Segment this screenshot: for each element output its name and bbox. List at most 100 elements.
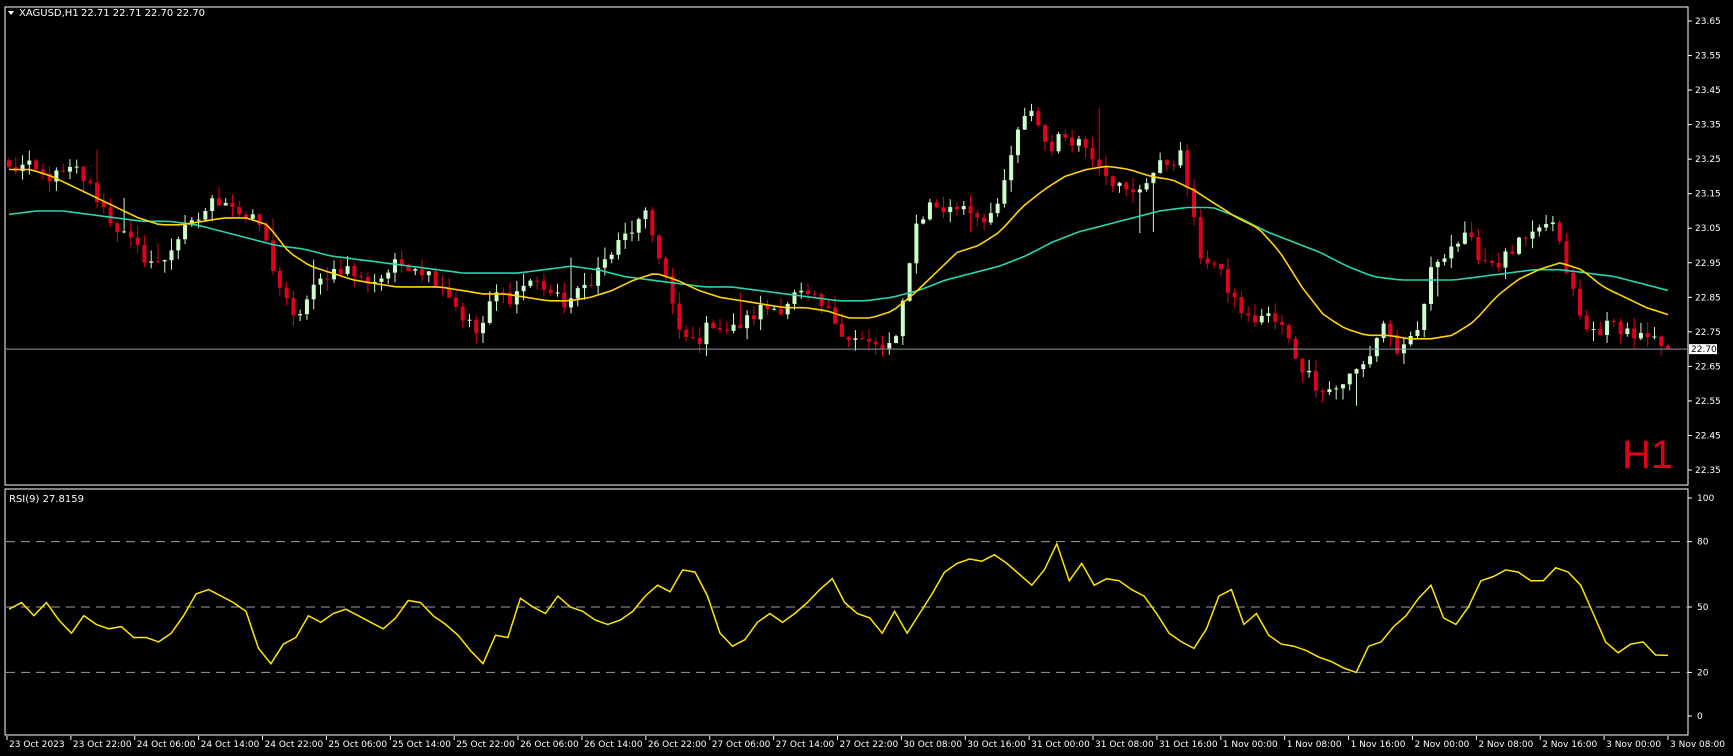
candle-body bbox=[643, 210, 648, 220]
candle-body bbox=[1496, 262, 1501, 268]
candle-body bbox=[636, 219, 641, 233]
time-tick-label: 25 Oct 06:00 bbox=[328, 740, 387, 750]
price-tick-label: 23.65 bbox=[1695, 17, 1721, 27]
candle-body bbox=[169, 250, 174, 261]
candle-body bbox=[853, 338, 858, 340]
candle-body bbox=[1313, 370, 1318, 391]
candle-body bbox=[1293, 338, 1298, 359]
candle-body bbox=[1131, 189, 1136, 193]
rsi-header-label: RSI(9) 27.8159 bbox=[9, 494, 84, 505]
main-panel: 23.65 23.55 23.45 23.35 23.25 23.15 23.05 22.95… bbox=[4, 6, 1721, 486]
candle-body bbox=[1266, 313, 1271, 316]
price-tick-label: 22.75 bbox=[1695, 328, 1721, 338]
candle-body bbox=[1517, 237, 1522, 254]
candle-body bbox=[1435, 261, 1440, 268]
candle-body bbox=[1198, 217, 1203, 259]
candle-body bbox=[799, 290, 804, 293]
candle-body bbox=[1618, 321, 1623, 335]
candle-body bbox=[216, 198, 221, 206]
candle-body bbox=[481, 322, 485, 334]
price-tick-label: 23.45 bbox=[1695, 86, 1721, 96]
candle-body bbox=[873, 341, 878, 345]
time-tick-label: 25 Oct 14:00 bbox=[392, 740, 451, 750]
candle-body bbox=[426, 271, 431, 276]
main-plot-area bbox=[4, 6, 1689, 486]
candle-body bbox=[1212, 263, 1217, 265]
candle-body bbox=[623, 233, 628, 241]
candle-body bbox=[162, 260, 167, 262]
price-tick-label: 22.65 bbox=[1695, 362, 1721, 372]
candle-body bbox=[731, 324, 736, 331]
time-tick-label: 27 Oct 22:00 bbox=[840, 740, 899, 750]
candle-body bbox=[7, 160, 11, 168]
candle-body bbox=[1347, 373, 1352, 385]
candle-body bbox=[460, 306, 465, 321]
candle-body bbox=[650, 210, 655, 236]
candle-body bbox=[74, 166, 79, 168]
candle-body bbox=[1151, 172, 1156, 184]
candle-body bbox=[555, 292, 560, 294]
rsi-axis: 100 80 50 20 0 bbox=[6, 494, 1714, 722]
candle-body bbox=[1300, 358, 1305, 373]
candle-body bbox=[1598, 329, 1603, 335]
candle-body bbox=[1286, 324, 1291, 339]
candle-body bbox=[1530, 231, 1535, 239]
candle-body bbox=[1462, 232, 1467, 244]
candle-body bbox=[277, 271, 282, 288]
candle-body bbox=[1340, 384, 1345, 389]
candle-body bbox=[1550, 222, 1555, 225]
candle-body bbox=[1259, 315, 1264, 323]
time-tick-label: 26 Oct 14:00 bbox=[584, 740, 643, 750]
price-tick-label: 22.45 bbox=[1695, 431, 1721, 441]
candle-body bbox=[745, 315, 750, 329]
candle-body bbox=[961, 206, 966, 210]
candle-body bbox=[738, 324, 743, 329]
candle-body bbox=[433, 271, 438, 288]
candle-body bbox=[589, 284, 594, 286]
candle-body bbox=[1076, 139, 1081, 146]
candle-body bbox=[521, 285, 526, 292]
candle-body bbox=[223, 202, 228, 206]
candle-body bbox=[1239, 297, 1244, 314]
candle-body bbox=[1029, 110, 1034, 117]
time-tick-label: 2 Nov 00:00 bbox=[1414, 740, 1469, 750]
collapse-triangle-icon[interactable] bbox=[8, 11, 14, 15]
candle-body bbox=[1036, 110, 1041, 126]
candle-body bbox=[88, 181, 93, 183]
candle-body bbox=[1503, 251, 1508, 268]
candle-body bbox=[1361, 364, 1366, 370]
candle-body bbox=[264, 224, 269, 241]
candle-body bbox=[338, 269, 343, 274]
price-tick-label: 22.55 bbox=[1695, 397, 1721, 407]
time-tick-label: 2 Nov 16:00 bbox=[1542, 740, 1597, 750]
candle-body bbox=[921, 219, 926, 224]
candle-body bbox=[1449, 246, 1454, 259]
ohlc-label: 22.71 22.71 22.70 22.70 bbox=[81, 8, 205, 19]
candle-body bbox=[1225, 269, 1230, 293]
candle-body bbox=[467, 319, 472, 321]
candle-body bbox=[386, 272, 391, 279]
candle-body bbox=[298, 314, 303, 316]
candle-body bbox=[1489, 260, 1494, 263]
candle-body bbox=[704, 322, 709, 345]
candle-body bbox=[724, 329, 729, 331]
symbol-label: XAGUSD,H1 bbox=[19, 8, 79, 19]
time-tick-label: 23 Oct 22:00 bbox=[73, 740, 132, 750]
candle-body bbox=[203, 210, 208, 220]
candle-body bbox=[230, 202, 235, 207]
candle-body bbox=[345, 266, 350, 274]
candle-body bbox=[1219, 263, 1224, 270]
price-tick-label: 22.95 bbox=[1695, 259, 1721, 269]
candle-body bbox=[914, 223, 919, 264]
candle-body bbox=[1103, 166, 1108, 177]
candle-body bbox=[833, 307, 838, 324]
time-tick-label: 2 Nov 08:00 bbox=[1478, 740, 1533, 750]
candle-body bbox=[1232, 292, 1237, 298]
time-tick-label: 24 Oct 22:00 bbox=[265, 740, 324, 750]
candle-body bbox=[1124, 182, 1129, 190]
candle-body bbox=[758, 304, 763, 320]
timeframe-label: H1 bbox=[1622, 433, 1673, 477]
rsi-panel: 100 80 50 20 0 RSI(9) 27.8159 bbox=[4, 488, 1714, 736]
candle-body bbox=[846, 336, 851, 340]
candle-body bbox=[392, 259, 397, 273]
